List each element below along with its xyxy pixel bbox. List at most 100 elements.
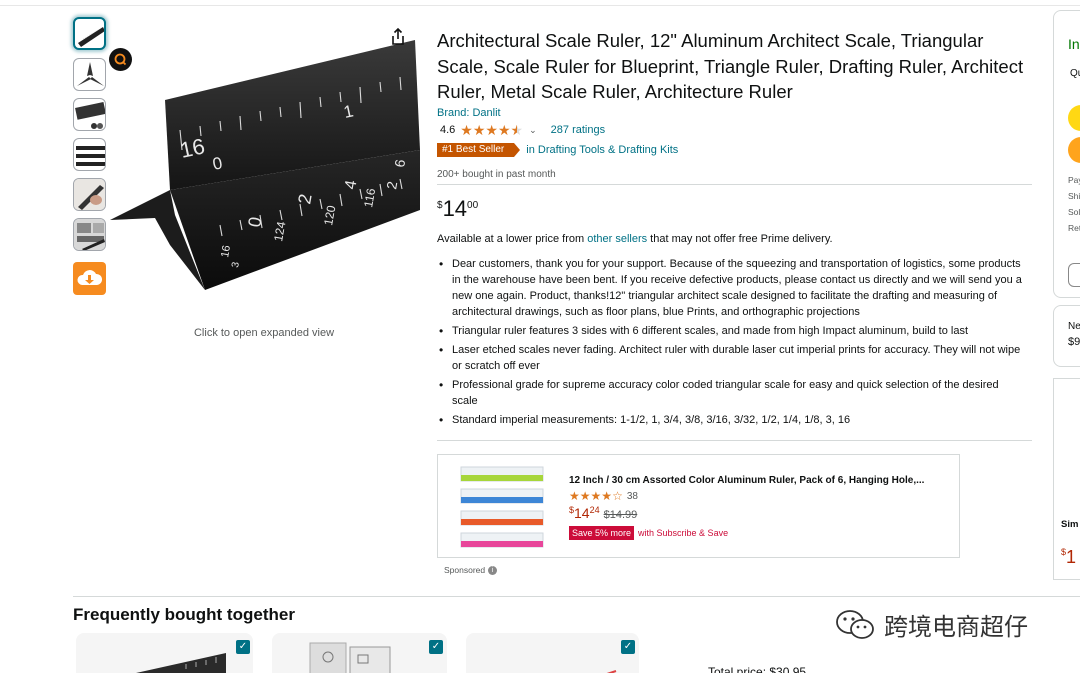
price-fraction: 24 [589,505,600,515]
thumbnail-hand-drawing[interactable] [73,178,106,211]
fbt-total-price: Total price: $30.95 [708,665,807,673]
cloud-download-icon [77,270,103,285]
wechat-watermark: 跨境电商超仔 [834,607,1028,642]
divider [437,184,1032,185]
feature-bullet: Professional grade for supreme accuracy … [437,377,1027,409]
star-half-icon: ★ [510,121,524,138]
triangle-profile-icon [77,62,104,86]
add-to-cart-button[interactable] [1068,105,1080,131]
ruler-color-band [461,541,543,547]
star-full-icon: ★ [485,121,498,138]
fbt-item-card[interactable] [466,633,639,673]
price-whole: 14 [574,505,590,521]
feature-bullet: Dear customers, thank you for your suppo… [437,256,1027,320]
new-used-price: $9 [1068,336,1080,348]
thumbnail-ruler[interactable] [73,17,106,50]
feature-bullet: Triangular ruler features 3 sides with 6… [437,323,1027,339]
side-ad-card[interactable]: Sim Blac $1 [1053,378,1080,580]
sponsored-product-title[interactable]: 12 Inch / 30 cm Assorted Color Aluminum … [569,475,949,486]
ruler-color-band [461,475,543,481]
feature-bullet: Standard imperial measurements: 1-1/2, 1… [437,412,1027,428]
price: $1400 [437,198,478,220]
info-icon[interactable]: i [488,565,498,575]
star-full-icon: ★ [590,489,602,503]
sponsored-rating[interactable]: ★ ★ ★ ★ ☆ 38 [569,489,638,503]
price-whole: 14 [442,196,468,221]
blueprint-icon [74,219,105,250]
star-full-icon: ★ [579,489,591,503]
fbt-item-card[interactable] [272,633,447,673]
wechat-icon [836,609,874,639]
ruler-color-band [461,497,543,503]
new-used-offers[interactable]: Ne $9 [1053,305,1080,367]
other-sellers-link[interactable]: other sellers [587,233,647,245]
star-full-icon: ★ [497,121,511,138]
thumbnail-triangle-profile[interactable] [73,58,106,91]
star-full-icon: ★ [569,489,580,503]
main-product-image[interactable]: 16 0 1 2 4 0 124 120 116 16 3 2 6 [110,40,420,302]
rating-row[interactable]: 4.6 ★★★★★ ⌄ 287 ratings [440,122,605,138]
feature-bullets: Dear customers, thank you for your suppo… [437,256,1027,431]
buy-now-button[interactable] [1068,137,1080,163]
new-used-label: Ne [1068,321,1080,332]
returns-label: Ret [1068,223,1080,233]
price-fraction: 00 [467,200,479,211]
thumbnail-three-rulers[interactable] [73,138,106,171]
hand-drawing-icon [74,179,105,210]
best-seller-category-link[interactable]: in Drafting Tools & Drafting Kits [526,144,678,156]
ratings-count-link[interactable]: 287 ratings [551,124,605,136]
sponsored-price: $1424 $14.99 [569,505,637,521]
bought-in-past-month: 200+ bought in past month [437,169,556,180]
top-strip [0,0,1080,6]
fbt-checkbox[interactable]: ✓ [621,640,635,654]
divider [437,440,1032,441]
sponsored-text: Sponsored [444,565,486,575]
expand-view-hint[interactable]: Click to open expanded view [150,327,378,339]
lower-price-notice: Available at a lower price from other se… [437,233,833,245]
star-full-icon: ★ [601,489,613,503]
three-rulers-icon [76,146,105,166]
add-to-list-select[interactable] [1068,263,1080,287]
lower-price-prefix: Available at a lower price from [437,233,588,245]
fbt-item-card[interactable] [76,633,253,673]
star-rating[interactable]: ★★★★★ [460,123,523,138]
fbt-checkbox[interactable]: ✓ [429,640,443,654]
sponsored-label[interactable]: Sponsored i [444,565,498,575]
save-badge: Save 5% more [569,526,635,540]
list-price: $14.99 [603,509,638,521]
ruler-hero-image: 16 0 1 2 4 0 124 120 116 16 3 2 6 [110,40,420,290]
chevron-down-icon[interactable]: ⌄ [529,125,537,136]
thumbnail-scale-detail[interactable] [73,98,106,131]
share-icon[interactable] [388,27,408,47]
ruler-color-band [461,519,543,525]
fbt-heading: Frequently bought together [73,605,295,624]
color-rulers-image [460,466,544,548]
best-seller-badge[interactable]: #1 Best Seller [437,142,521,157]
brand-link[interactable]: Brand: Danlit [437,107,501,119]
subscribe-save-label: with Subscribe & Save [638,528,729,538]
thumbnail-blueprint[interactable] [73,218,106,251]
hero-scale-label: 16 [178,133,207,163]
sold-by-label: Sol [1068,207,1080,217]
template-image [309,642,391,673]
star-full-icon: ★ [472,121,486,138]
payment-label: Pay [1068,175,1080,185]
subscribe-save-row: Save 5% more with Subscribe & Save [569,526,728,540]
quantity-label[interactable]: Qu [1070,68,1080,79]
scale-detail-icon [75,102,105,129]
thumbnail-cloud-download[interactable] [73,262,106,295]
sponsored-product-image[interactable] [456,463,546,551]
price-symbol: $ [437,200,443,211]
rating-value: 4.6 [440,124,456,136]
ships-from-label: Shi [1068,191,1080,201]
fbt-checkbox[interactable]: ✓ [236,640,250,654]
sponsored-review-count: 38 [626,490,638,502]
product-title: Architectural Scale Ruler, 12" Aluminum … [437,30,1024,102]
star-empty-icon: ☆ [612,489,623,503]
side-ad-title[interactable]: Sim Blac [1061,518,1080,532]
hero-scale-label: 16 [219,244,233,258]
sponsored-product-card[interactable]: 12 Inch / 30 cm Assorted Color Aluminum … [437,454,960,558]
side-ad-price: $1 [1061,547,1076,568]
in-stock-text: In [1068,36,1080,52]
side-ad-price-value: 1 [1066,547,1077,567]
